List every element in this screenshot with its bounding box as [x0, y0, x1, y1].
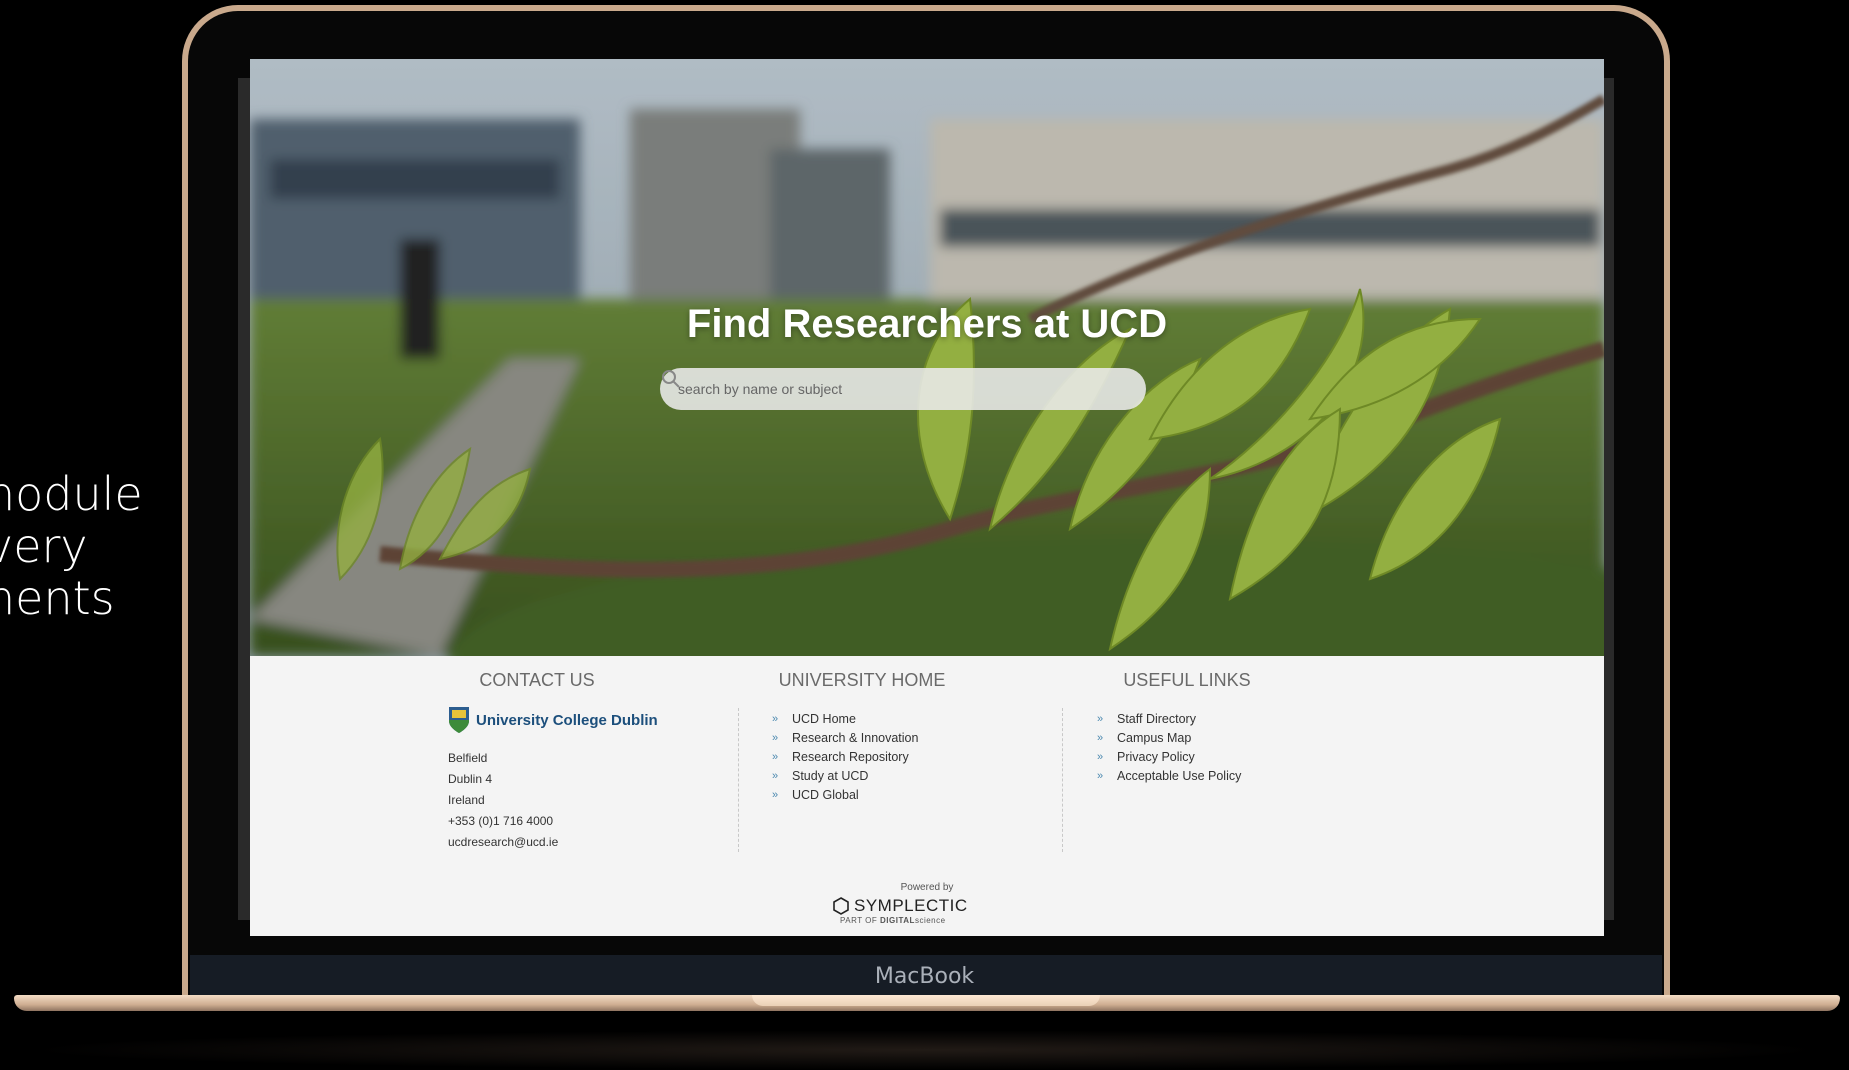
link-label[interactable]: Acceptable Use Policy: [1117, 769, 1241, 783]
useful-links-heading: USEFUL LINKS: [1123, 670, 1251, 690]
side-text-line: very: [0, 519, 88, 573]
link-label[interactable]: Campus Map: [1117, 731, 1191, 745]
link-label[interactable]: Research & Innovation: [792, 731, 918, 745]
search-input[interactable]: [676, 380, 1080, 398]
ucd-logo[interactable]: University College Dublin: [448, 706, 658, 734]
column-divider: [1062, 708, 1063, 852]
link-label[interactable]: UCD Global: [792, 788, 859, 802]
link-label[interactable]: UCD Home: [792, 712, 856, 726]
tagline-brand: DIGITAL: [880, 916, 915, 925]
chevron-right-icon: »: [1097, 770, 1104, 782]
hero-photo: [250, 59, 1604, 656]
chevron-right-icon: »: [772, 770, 779, 782]
symplectic-hex-icon: [833, 897, 849, 915]
chevron-right-icon: »: [1097, 751, 1104, 763]
chevron-right-icon: »: [1097, 732, 1104, 744]
list-item[interactable]: » Privacy Policy: [1097, 748, 1241, 767]
list-item[interactable]: » Staff Directory: [1097, 710, 1241, 729]
search-icon: [662, 370, 680, 388]
address-line: Belfield: [448, 751, 488, 765]
chevron-right-icon: »: [772, 713, 779, 725]
side-marketing-text: nodule very nents: [0, 468, 143, 624]
laptop-notch: [752, 995, 1100, 1006]
list-item[interactable]: » UCD Home: [772, 710, 918, 729]
symplectic-brand: SYMPLECTIC: [854, 896, 968, 915]
phone-number: +353 (0)1 716 4000: [448, 814, 554, 828]
chevron-right-icon: »: [772, 751, 779, 763]
tagline-prefix: PART OF: [840, 916, 878, 925]
chevron-right-icon: »: [772, 732, 779, 744]
symplectic-logo[interactable]: SYMPLECTIC: [832, 896, 968, 916]
link-label[interactable]: Staff Directory: [1117, 712, 1196, 726]
list-item[interactable]: » Research Repository: [772, 748, 918, 767]
footer: CONTACT US UNIVERSITY HOME USEFUL LINKS …: [250, 656, 1604, 936]
powered-by-label: Powered by: [900, 882, 954, 893]
address-line: Ireland: [448, 793, 485, 807]
link-label[interactable]: Study at UCD: [792, 769, 868, 783]
search-bar[interactable]: [660, 368, 1146, 410]
university-home-heading: UNIVERSITY HOME: [778, 670, 946, 690]
ucd-crest-icon: [449, 707, 469, 733]
list-item[interactable]: » Study at UCD: [772, 767, 918, 786]
device-label: MacBook: [874, 964, 975, 989]
chevron-right-icon: »: [772, 789, 779, 801]
browser-screen: Find Researchers at UCD CONTACT US UNIVE…: [250, 59, 1604, 936]
chevron-right-icon: »: [1097, 713, 1104, 725]
list-item[interactable]: » Acceptable Use Policy: [1097, 767, 1241, 786]
contact-heading: CONTACT US: [479, 670, 595, 690]
useful-links-list: » Staff Directory » Campus Map » Privacy Po…: [1097, 710, 1241, 786]
list-item[interactable]: » Research & Innovation: [772, 729, 918, 748]
link-label[interactable]: Research Repository: [792, 750, 909, 764]
column-divider: [738, 708, 739, 852]
list-item[interactable]: » Campus Map: [1097, 729, 1241, 748]
list-item[interactable]: » UCD Global: [772, 786, 918, 805]
side-text-line: nents: [0, 571, 115, 625]
address-line: Dublin 4: [448, 772, 493, 786]
ucd-logo-text: University College Dublin: [476, 711, 658, 729]
side-text-line: nodule: [0, 467, 143, 521]
digital-science-tagline: PART OF DIGITALscience: [840, 916, 946, 925]
email-link[interactable]: ucdresearch@ucd.ie: [448, 832, 558, 853]
laptop-shadow: [20, 1030, 1830, 1070]
link-label[interactable]: Privacy Policy: [1117, 750, 1195, 764]
university-home-links: » UCD Home » Research & Innovation » Resear…: [772, 710, 918, 805]
page-title: Find Researchers at UCD: [686, 302, 1168, 346]
contact-address: Belfield Dublin 4 Ireland +353 (0)1 716 …: [448, 748, 558, 853]
hero-banner: Find Researchers at UCD: [250, 59, 1604, 656]
tagline-suffix: science: [914, 916, 946, 925]
